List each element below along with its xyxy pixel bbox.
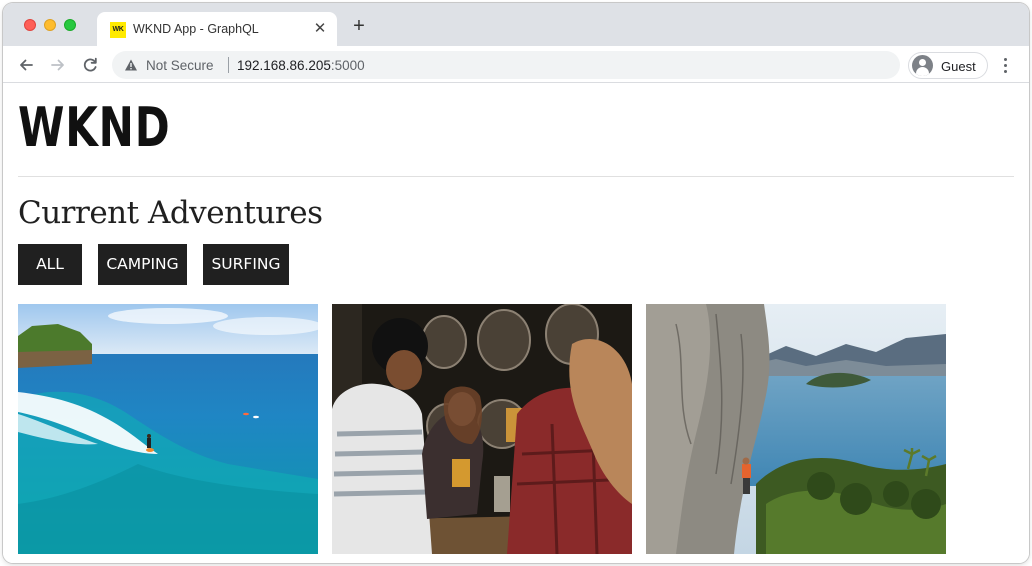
page-content: WKND Current Adventures ALL CAMPING SURF… (3, 84, 1029, 563)
filter-surfing-button[interactable]: SURFING (203, 244, 289, 285)
tab-strip: WK WKND App - GraphQL ✕ + (3, 3, 1029, 46)
warning-triangle-icon (125, 59, 137, 71)
rock-climbing-lake-photo (646, 304, 946, 554)
browser-window: WK WKND App - GraphQL ✕ + Not Secure 192… (3, 3, 1029, 563)
tab-title: WKND App - GraphQL (133, 22, 259, 36)
browser-toolbar: Not Secure 192.168.86.205:5000 Guest (3, 46, 1029, 83)
url-host: 192.168.86.205 (237, 58, 331, 73)
profile-button[interactable]: Guest (908, 52, 988, 79)
avatar-icon (912, 55, 933, 76)
reload-icon (83, 57, 97, 72)
wknd-logo[interactable]: WKND (18, 98, 170, 158)
url-port: :5000 (330, 58, 365, 73)
address-separator (228, 57, 229, 73)
zoom-window-button[interactable] (64, 19, 76, 31)
tab-wknd-app[interactable]: WK WKND App - GraphQL ✕ (97, 12, 337, 46)
adventure-card-climbing[interactable] (646, 304, 946, 554)
back-arrow-icon (20, 59, 33, 71)
reload-button[interactable] (79, 54, 101, 76)
forward-button[interactable] (47, 54, 69, 76)
filter-all-button[interactable]: ALL (18, 244, 82, 285)
wknd-favicon-icon: WK (110, 22, 126, 38)
surfing-ocean-photo (18, 304, 318, 554)
filter-camping-button[interactable]: CAMPING (98, 244, 187, 285)
page-title: Current Adventures (18, 195, 323, 231)
close-window-button[interactable] (24, 19, 36, 31)
adventure-card-bar[interactable] (332, 304, 632, 554)
friends-at-bar-photo (332, 304, 632, 554)
new-tab-button[interactable]: + (349, 16, 369, 36)
minimize-window-button[interactable] (44, 19, 56, 31)
security-status[interactable]: Not Secure (146, 58, 214, 73)
forward-arrow-icon (51, 59, 64, 71)
adventure-card-surfing[interactable] (18, 304, 318, 554)
tab-close-icon[interactable]: ✕ (311, 20, 329, 38)
url-text[interactable]: 192.168.86.205:5000 (237, 58, 365, 73)
header-divider (18, 176, 1014, 177)
address-bar[interactable]: Not Secure 192.168.86.205:5000 (112, 51, 900, 79)
profile-label: Guest (941, 59, 976, 74)
kebab-menu-icon[interactable] (998, 55, 1012, 75)
back-button[interactable] (15, 54, 37, 76)
